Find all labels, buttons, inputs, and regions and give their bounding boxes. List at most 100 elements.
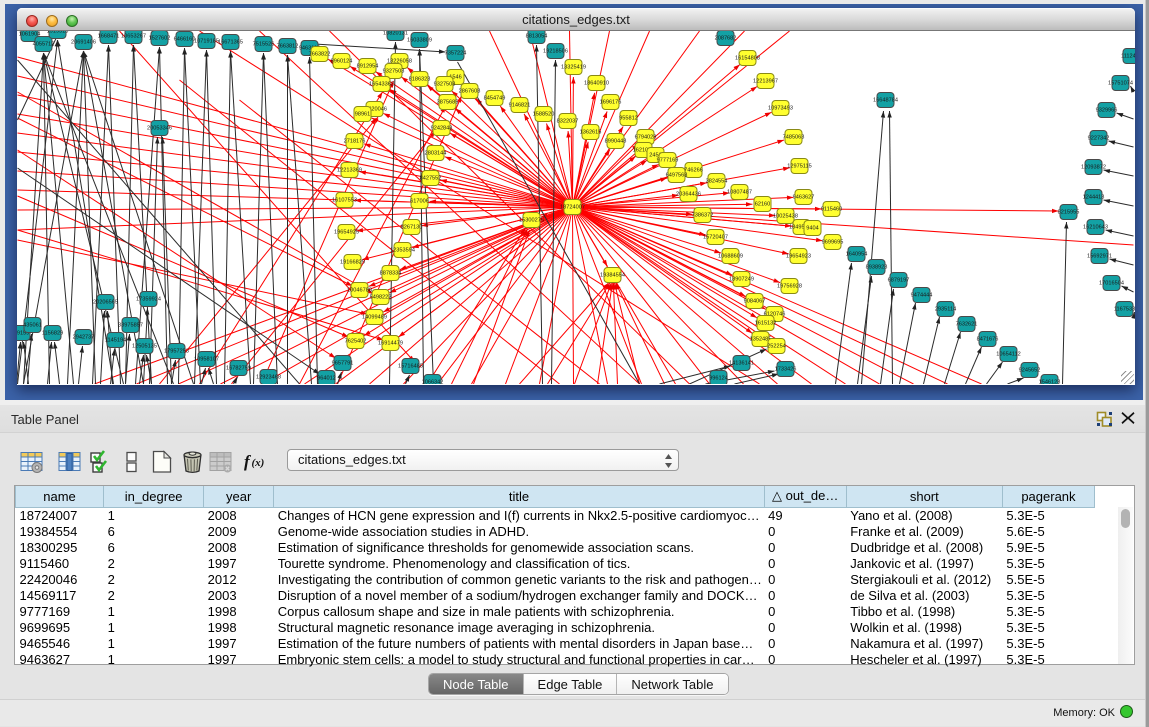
svg-text:1112453: 1112453 xyxy=(1121,54,1135,60)
svg-text:617006: 617006 xyxy=(410,199,429,205)
svg-text:12093872: 12093872 xyxy=(1081,165,1106,171)
svg-text:1733426: 1733426 xyxy=(775,367,797,373)
svg-text:2087682: 2087682 xyxy=(715,36,737,42)
svg-text:1615132: 1615132 xyxy=(755,321,777,327)
svg-text:16210643: 16210643 xyxy=(1083,225,1108,231)
svg-text:16914479: 16914479 xyxy=(378,341,403,347)
svg-text:20691406: 20691406 xyxy=(71,40,96,46)
svg-text:17957253: 17957253 xyxy=(164,349,189,355)
svg-text:12923468: 12923468 xyxy=(256,375,281,381)
svg-text:19218506: 19218506 xyxy=(543,49,568,55)
svg-text:10688609: 10688609 xyxy=(718,254,743,260)
svg-text:8454749: 8454749 xyxy=(484,96,506,102)
svg-text:9084067: 9084067 xyxy=(744,299,766,305)
svg-text:8938923: 8938923 xyxy=(866,265,888,271)
svg-text:12975115: 12975115 xyxy=(787,164,811,170)
svg-text:1244413: 1244413 xyxy=(1083,195,1105,201)
svg-text:2867608: 2867608 xyxy=(459,89,481,95)
svg-text:16107553: 16107553 xyxy=(332,198,357,204)
svg-text:18640910: 18640910 xyxy=(584,81,609,87)
svg-text:5498222: 5498222 xyxy=(370,295,392,301)
svg-text:9699695: 9699695 xyxy=(822,240,844,246)
svg-text:7625402: 7625402 xyxy=(345,339,367,345)
svg-text:2803144: 2803144 xyxy=(425,151,447,157)
svg-text:1668471: 1668471 xyxy=(98,34,120,40)
svg-text:3824554: 3824554 xyxy=(706,179,728,185)
svg-text:9777169: 9777169 xyxy=(657,158,679,164)
svg-text:3875685: 3875685 xyxy=(437,100,459,106)
svg-text:1696176: 1696176 xyxy=(600,100,622,106)
svg-text:8267130: 8267130 xyxy=(401,225,423,231)
svg-text:7386372: 7386372 xyxy=(692,213,714,219)
svg-text:10958107: 10958107 xyxy=(194,357,219,363)
svg-text:18724007: 18724007 xyxy=(560,205,585,211)
svg-text:1066342: 1066342 xyxy=(422,380,444,385)
svg-text:8813054: 8813054 xyxy=(526,34,548,40)
svg-text:10046788: 10046788 xyxy=(347,288,372,294)
svg-text:1145194: 1145194 xyxy=(105,338,126,344)
svg-text:2935114: 2935114 xyxy=(935,307,956,313)
svg-text:4055712: 4055712 xyxy=(33,42,55,48)
svg-text:10807487: 10807487 xyxy=(727,190,752,196)
svg-text:(x): (x) xyxy=(252,457,265,469)
svg-text:10654112: 10654112 xyxy=(996,352,1020,358)
svg-text:9657791: 9657791 xyxy=(332,361,354,367)
svg-text:1167533: 1167533 xyxy=(1114,307,1135,313)
svg-text:6466160: 6466160 xyxy=(174,37,196,43)
svg-text:8215955: 8215955 xyxy=(1058,210,1080,216)
svg-text:9327503: 9327503 xyxy=(383,69,405,75)
svg-text:19166829: 19166829 xyxy=(340,260,365,266)
svg-text:7663812: 7663812 xyxy=(277,44,299,50)
svg-text:9329966: 9329966 xyxy=(1096,108,1118,114)
svg-text:955812: 955812 xyxy=(619,116,638,122)
svg-text:7663822: 7663822 xyxy=(309,52,331,58)
svg-text:16033809: 16033809 xyxy=(407,38,432,44)
svg-text:7357224: 7357224 xyxy=(445,51,467,57)
svg-text:17359924: 17359924 xyxy=(136,297,161,303)
svg-text:14099489: 14099489 xyxy=(362,315,387,321)
svg-text:15692971: 15692971 xyxy=(1087,254,1112,260)
svg-text:435061: 435061 xyxy=(23,323,42,329)
svg-text:8960124: 8960124 xyxy=(331,59,353,65)
svg-text:6794028: 6794028 xyxy=(635,135,657,141)
svg-text:16154808: 16154808 xyxy=(735,56,760,62)
svg-text:2942737: 2942737 xyxy=(73,335,95,341)
svg-text:19654923: 19654923 xyxy=(786,254,811,260)
svg-text:8186323: 8186323 xyxy=(409,77,431,83)
svg-text:33975857: 33975857 xyxy=(118,323,143,329)
svg-text:6497568: 6497568 xyxy=(666,173,688,179)
svg-text:7515526: 7515526 xyxy=(253,42,275,48)
svg-text:10973493: 10973493 xyxy=(768,106,793,112)
svg-text:16543362: 16543362 xyxy=(369,82,394,88)
svg-text:14136141: 14136141 xyxy=(729,361,754,367)
svg-text:15300275: 15300275 xyxy=(519,218,544,224)
svg-text:10653267: 10653267 xyxy=(121,34,146,40)
svg-text:8990448: 8990448 xyxy=(605,139,627,145)
svg-text:1546123: 1546123 xyxy=(1039,380,1061,385)
svg-text:9327508: 9327508 xyxy=(434,82,456,88)
svg-text:16671365: 16671365 xyxy=(218,40,243,46)
svg-text:252254: 252254 xyxy=(767,344,786,350)
svg-text:2718176: 2718176 xyxy=(344,139,366,145)
svg-text:18907249: 18907249 xyxy=(729,277,754,283)
svg-text:1588520: 1588520 xyxy=(533,112,555,118)
svg-text:9404: 9404 xyxy=(806,226,818,232)
svg-text:17016504: 17016504 xyxy=(1099,281,1124,287)
svg-text:1640954: 1640954 xyxy=(846,252,868,258)
svg-text:19654925: 19654925 xyxy=(334,230,359,236)
svg-text:9463627: 9463627 xyxy=(793,195,815,201)
svg-text:15751074: 15751074 xyxy=(1108,81,1133,87)
svg-text:9245652: 9245652 xyxy=(1019,368,1041,374)
svg-text:12353594: 12353594 xyxy=(390,248,415,254)
svg-text:62160: 62160 xyxy=(755,202,771,208)
svg-text:7632621: 7632621 xyxy=(956,322,978,328)
svg-text:10820131: 10820131 xyxy=(383,31,408,37)
svg-text:964012: 964012 xyxy=(317,376,336,382)
svg-text:20364436: 20364436 xyxy=(676,192,701,198)
svg-text:8471676: 8471676 xyxy=(977,337,999,343)
svg-text:7485063: 7485063 xyxy=(783,135,805,141)
svg-text:15720407: 15720407 xyxy=(703,235,728,241)
svg-text:1362615: 1362615 xyxy=(580,130,602,136)
svg-text:13325419: 13325419 xyxy=(561,65,586,71)
svg-text:996124: 996124 xyxy=(709,376,728,382)
